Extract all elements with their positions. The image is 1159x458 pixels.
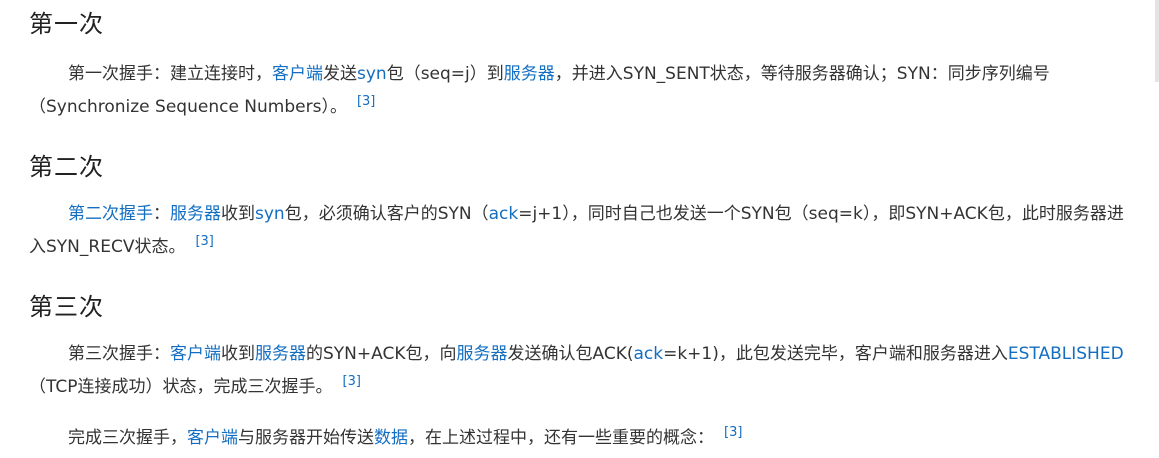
inline-link[interactable]: 服务器 [457,344,508,364]
reference-link[interactable]: [3] [343,374,361,389]
paragraph-text: ： [153,204,170,224]
article-content: 第一次 第一次握手：建立连接时，客户端发送syn包（seq=j）到服务器，并进入… [29,0,1124,455]
closing-paragraph: 完成三次握手，客户端与服务器开始传送数据，在上述过程中，还有一些重要的概念： [3… [29,422,1124,455]
inline-link[interactable]: 服务器 [504,64,555,84]
paragraph-text: 发送确认包ACK( [507,344,634,364]
inline-link[interactable]: 客户端 [187,428,238,448]
paragraph-body: 第三次握手：客户端收到服务器的SYN+ACK包，向服务器发送确认包ACK(ack… [29,344,1124,397]
paragraph-body: 完成三次握手，客户端与服务器开始传送数据，在上述过程中，还有一些重要的概念： [68,428,714,448]
inline-link[interactable]: ESTABLISHED [1008,344,1124,364]
paragraph-text: 与服务器开始传送 [238,428,374,448]
inline-link[interactable]: 服务器 [255,344,306,364]
reference-link[interactable]: [3] [357,94,375,109]
paragraph-text: 第三次握手： [68,344,170,364]
section-paragraph-first: 第一次握手：建立连接时，客户端发送syn包（seq=j）到服务器，并进入SYN_… [29,58,1124,124]
paragraph-text: =k+1)，此包发送完毕，客户端和服务器进入 [663,344,1008,364]
scrollbar-edge [1155,0,1159,82]
inline-link[interactable]: ack [489,204,519,224]
paragraph-text: 收到 [221,204,255,224]
paragraph-text: 发送 [323,64,357,84]
section-paragraph-third: 第三次握手：客户端收到服务器的SYN+ACK包，向服务器发送确认包ACK(ack… [29,338,1124,404]
inline-link[interactable]: 数据 [374,428,408,448]
paragraph-text: 的SYN+ACK包，向 [306,344,457,364]
inline-link[interactable]: 客户端 [272,64,323,84]
paragraph-body: 第一次握手：建立连接时，客户端发送syn包（seq=j）到服务器，并进入SYN_… [29,64,1050,117]
paragraph-body: 第二次握手：服务器收到syn包，必须确认客户的SYN（ack=j+1），同时自己… [29,204,1124,257]
paragraph-text: （TCP连接成功）状态，完成三次握手。 [29,377,333,397]
section-title-first: 第一次 [29,10,104,38]
paragraph-text: 包，必须确认客户的SYN（ [284,204,489,224]
inline-link[interactable]: syn [255,204,285,224]
inline-link[interactable]: 服务器 [170,204,221,224]
inline-link[interactable]: ack [633,344,663,364]
inline-link[interactable]: 客户端 [170,344,221,364]
paragraph-text: 完成三次握手， [68,428,187,448]
section-title-second: 第二次 [29,153,104,181]
paragraph-text: 包（seq=j）到 [386,64,504,84]
reference-link[interactable]: [3] [724,425,742,440]
inline-link[interactable]: syn [357,64,387,84]
reference-link[interactable]: [3] [195,234,213,249]
paragraph-text: ，在上述过程中，还有一些重要的概念： [408,428,714,448]
paragraph-text: 第一次握手：建立连接时， [68,64,272,84]
section-title-third: 第三次 [29,293,104,321]
section-paragraph-second: 第二次握手：服务器收到syn包，必须确认客户的SYN（ack=j+1），同时自己… [29,198,1124,264]
paragraph-text: 收到 [221,344,255,364]
inline-link[interactable]: 第二次握手 [68,204,153,224]
